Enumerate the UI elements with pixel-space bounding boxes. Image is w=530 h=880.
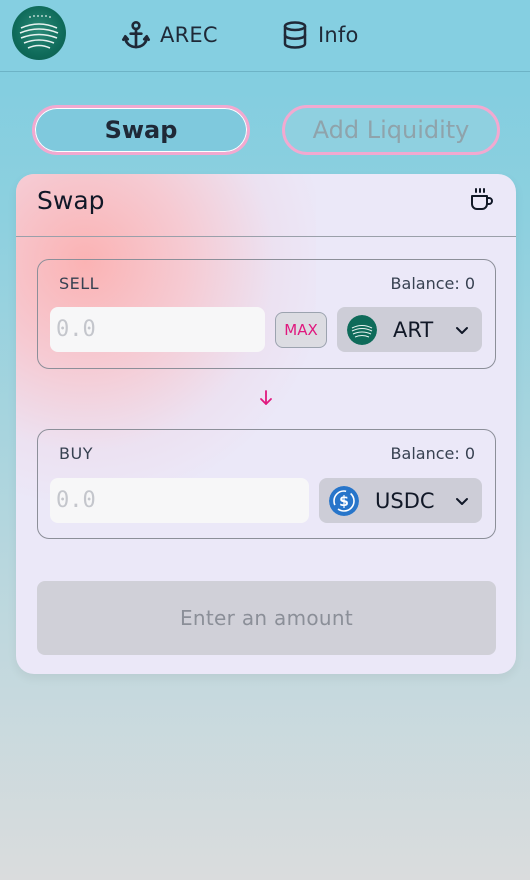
- nav-arec[interactable]: AREC: [120, 18, 218, 52]
- tab-swap[interactable]: Swap: [32, 105, 250, 155]
- sell-token-symbol: ART: [393, 317, 434, 342]
- art-token-icon: [347, 314, 377, 345]
- database-icon: [283, 21, 307, 49]
- sell-token-selector[interactable]: ART: [337, 307, 482, 352]
- buy-amount-input[interactable]: [50, 478, 309, 523]
- card-title: Swap: [37, 186, 105, 215]
- anchor-icon: [122, 21, 150, 49]
- coffee-cup-icon[interactable]: [468, 186, 496, 212]
- max-button[interactable]: MAX: [275, 312, 327, 348]
- top-navbar: AREC Info: [0, 0, 530, 72]
- svg-text:$: $: [339, 494, 349, 510]
- tab-add-liquidity[interactable]: Add Liquidity: [282, 105, 500, 155]
- buy-label: BUY: [59, 444, 93, 463]
- nav-info-label: Info: [318, 23, 359, 47]
- swap-card: Swap SELL Balance: 0 MAX ART: [16, 174, 516, 674]
- enter-amount-button[interactable]: Enter an amount: [37, 581, 496, 655]
- usdc-token-icon: $: [329, 485, 359, 516]
- arrow-down-icon[interactable]: [258, 389, 274, 407]
- card-divider: [16, 236, 516, 237]
- arkreen-logo-icon[interactable]: [12, 6, 66, 60]
- sell-label: SELL: [59, 274, 100, 293]
- buy-panel: BUY Balance: 0 $ USDC: [37, 429, 496, 539]
- sell-amount-input[interactable]: [50, 307, 265, 352]
- chevron-down-icon: [456, 326, 468, 334]
- buy-token-symbol: USDC: [375, 488, 435, 513]
- buy-balance: Balance: 0: [390, 444, 475, 463]
- buy-token-selector[interactable]: $ USDC: [319, 478, 482, 523]
- nav-info[interactable]: Info: [280, 18, 359, 52]
- chevron-down-icon: [456, 497, 468, 505]
- sell-panel: SELL Balance: 0 MAX ART: [37, 259, 496, 369]
- nav-arec-label: AREC: [160, 23, 218, 47]
- sell-balance: Balance: 0: [390, 274, 475, 293]
